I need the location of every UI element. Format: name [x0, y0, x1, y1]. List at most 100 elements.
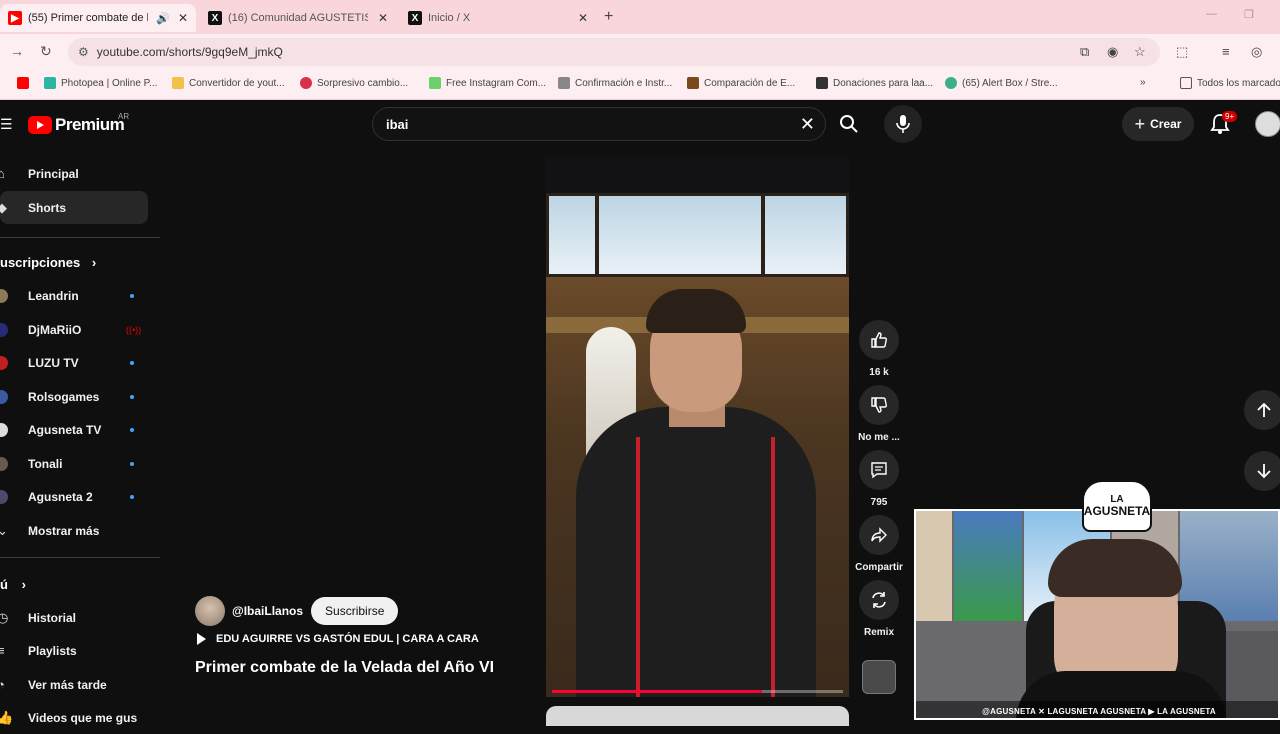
clear-search-icon[interactable]: ✕ — [800, 114, 815, 135]
bookmark-item[interactable]: Convertidor de yout... — [172, 77, 285, 89]
channel-avatar — [0, 355, 8, 370]
bookmark-item[interactable]: Confirmación e Instr... — [558, 77, 672, 89]
sidebar-item-principal[interactable]: ⌂ Principal — [0, 157, 148, 190]
news-icon — [300, 77, 312, 89]
channel-avatar — [0, 456, 8, 471]
sidebar-item-label: Videos que me gus — [28, 710, 138, 725]
comments-button[interactable] — [859, 450, 899, 490]
bookmark-item[interactable]: Photopea | Online P... — [44, 77, 157, 89]
comments-action[interactable]: 795 — [859, 450, 899, 508]
alert-box-icon — [945, 77, 957, 89]
extensions-icon[interactable]: ⬚ — [1176, 44, 1188, 60]
voice-search-button[interactable] — [884, 105, 922, 143]
speaker-icon[interactable]: 🔊 — [156, 12, 170, 25]
sidebar-item-label: Agusneta 2 — [28, 489, 93, 504]
short-video-player[interactable] — [546, 157, 849, 697]
bookmark-item[interactable]: (65) Alert Box / Stre... — [945, 77, 1058, 89]
tab-title: (16) Comunidad AGUSTETISMO — [228, 12, 368, 24]
url-field[interactable]: ⚙ youtube.com/shorts/9gq9eM_jmkQ — [68, 38, 1160, 66]
tab-youtube[interactable]: ▶ (55) Primer combate de la V 🔊 ✕ — [0, 4, 196, 32]
close-tab-icon[interactable]: ✕ — [378, 11, 388, 25]
region-code: AR — [118, 112, 130, 121]
new-tab-icon[interactable]: + — [604, 8, 613, 26]
share-action[interactable]: Compartir — [855, 515, 903, 573]
channel-avatar[interactable] — [195, 596, 225, 626]
search-button[interactable] — [830, 107, 868, 141]
sidebar-item-rolsogames[interactable]: Rolsogames — [0, 380, 148, 413]
la-agusneta-logo: LA AGUSNETA — [1082, 480, 1152, 532]
microphone-icon — [896, 115, 910, 133]
sidebar-item-label: LUZU TV — [28, 355, 79, 370]
sidebar-item-watch-later[interactable]: ◔ Ver más tarde — [0, 668, 148, 701]
bookmark-star-icon[interactable]: ☆ — [1134, 44, 1146, 60]
site-info-icon[interactable]: ⚙ — [78, 45, 89, 59]
minimize-icon[interactable]: — — [1206, 8, 1217, 20]
like-action[interactable]: 16 k — [859, 320, 899, 378]
tab-inicio[interactable]: X Inicio / X ✕ — [400, 4, 596, 32]
folder-icon — [172, 77, 184, 89]
video-progress-bar[interactable] — [552, 690, 843, 693]
sound-thumbnail[interactable] — [862, 660, 896, 694]
reload-icon[interactable]: ↻ — [40, 43, 52, 60]
related-video-link[interactable]: EDU AGUIRRE VS GASTÓN EDUL | CARA A CARA — [197, 633, 479, 645]
channel-name[interactable]: @IbaiLlanos — [232, 604, 303, 618]
bookmark-item[interactable]: Sorpresivo cambio... — [300, 77, 408, 89]
dislike-action[interactable]: No me ... — [858, 385, 900, 443]
share-button[interactable] — [859, 515, 899, 555]
close-tab-icon[interactable]: ✕ — [178, 11, 188, 25]
media-icon[interactable]: ≡ — [1222, 44, 1230, 59]
bookmark-item[interactable]: Free Instagram Com... — [429, 77, 546, 89]
subscriptions-heading[interactable]: uscripciones › — [0, 255, 96, 270]
sidebar-item-shorts[interactable]: ◆ Shorts — [0, 191, 148, 224]
sidebar-item-tonali[interactable]: Tonali — [0, 447, 148, 480]
remix-icon — [872, 592, 886, 608]
next-short-preview[interactable] — [546, 706, 849, 726]
maximize-icon[interactable]: ❐ — [1244, 8, 1254, 21]
bookmark-label: Convertidor de yout... — [189, 77, 285, 89]
sidebar-item-djmariio[interactable]: DjMaRiiO ((•)) — [0, 313, 148, 346]
youtube-favicon-icon: ▶ — [8, 11, 22, 25]
bookmark-item[interactable]: Comparación de E... — [687, 77, 795, 89]
remix-action[interactable]: Remix — [859, 580, 899, 638]
previous-short-button[interactable] — [1244, 390, 1280, 430]
comparison-icon — [687, 77, 699, 89]
account-avatar[interactable] — [1255, 111, 1280, 137]
forward-icon[interactable]: → — [10, 43, 24, 59]
bookmark-item[interactable]: Donaciones para laa... — [816, 77, 933, 89]
subscribe-button[interactable]: Suscribirse — [311, 597, 399, 625]
notification-badge: 9+ — [1222, 111, 1238, 122]
dislike-button[interactable] — [859, 385, 899, 425]
sidebar-item-show-more[interactable]: ⌄ Mostrar más — [0, 514, 148, 547]
install-icon[interactable]: ⧉ — [1080, 44, 1089, 60]
all-bookmarks[interactable]: Todos los marcado — [1180, 77, 1280, 89]
youtube-logo[interactable]: Premium AR — [28, 112, 129, 135]
related-video-title: EDU AGUIRRE VS GASTÓN EDUL | CARA A CARA — [216, 633, 479, 645]
thumbs-down-icon — [871, 397, 887, 413]
sidebar-item-playlists[interactable]: ≡ Playlists — [0, 634, 148, 667]
sidebar-item-label: Mostrar más — [28, 523, 100, 538]
search-input[interactable]: ibai ✕ — [372, 107, 826, 141]
sidebar-item-agusneta-2[interactable]: Agusneta 2 — [0, 480, 148, 513]
close-tab-icon[interactable]: ✕ — [578, 11, 588, 25]
menu-icon[interactable]: ☰ — [0, 116, 13, 133]
sidebar-item-label: Shorts — [28, 200, 67, 215]
more-bookmarks-icon[interactable]: » — [1140, 77, 1146, 88]
youtube-header: ☰ Premium AR ibai ✕ + Crear 9+ — [0, 101, 1280, 147]
sidebar-item-label: Leandrin — [28, 288, 79, 303]
sidebar-item-historial[interactable]: ◷ Historial — [0, 601, 148, 634]
profile-icon[interactable]: ◎ — [1251, 44, 1262, 60]
create-button[interactable]: + Crear — [1122, 107, 1194, 141]
like-button[interactable] — [859, 320, 899, 360]
sidebar-item-agusneta-tv[interactable]: Agusneta TV — [0, 413, 148, 446]
bookmark-youtube[interactable] — [17, 77, 34, 89]
new-content-dot — [130, 360, 134, 365]
you-heading[interactable]: ú › — [0, 577, 26, 592]
remix-button[interactable] — [859, 580, 899, 620]
sidebar-item-liked[interactable]: 👍 Videos que me gus — [0, 701, 148, 734]
sidebar-item-luzu-tv[interactable]: LUZU TV — [0, 346, 148, 379]
sidebar-item-leandrin[interactable]: Leandrin — [0, 279, 148, 312]
new-content-dot — [130, 394, 134, 399]
next-short-button[interactable] — [1244, 451, 1280, 491]
tab-comunidad[interactable]: X (16) Comunidad AGUSTETISMO ✕ — [200, 4, 396, 32]
eye-off-icon[interactable]: ◉ — [1107, 44, 1118, 60]
